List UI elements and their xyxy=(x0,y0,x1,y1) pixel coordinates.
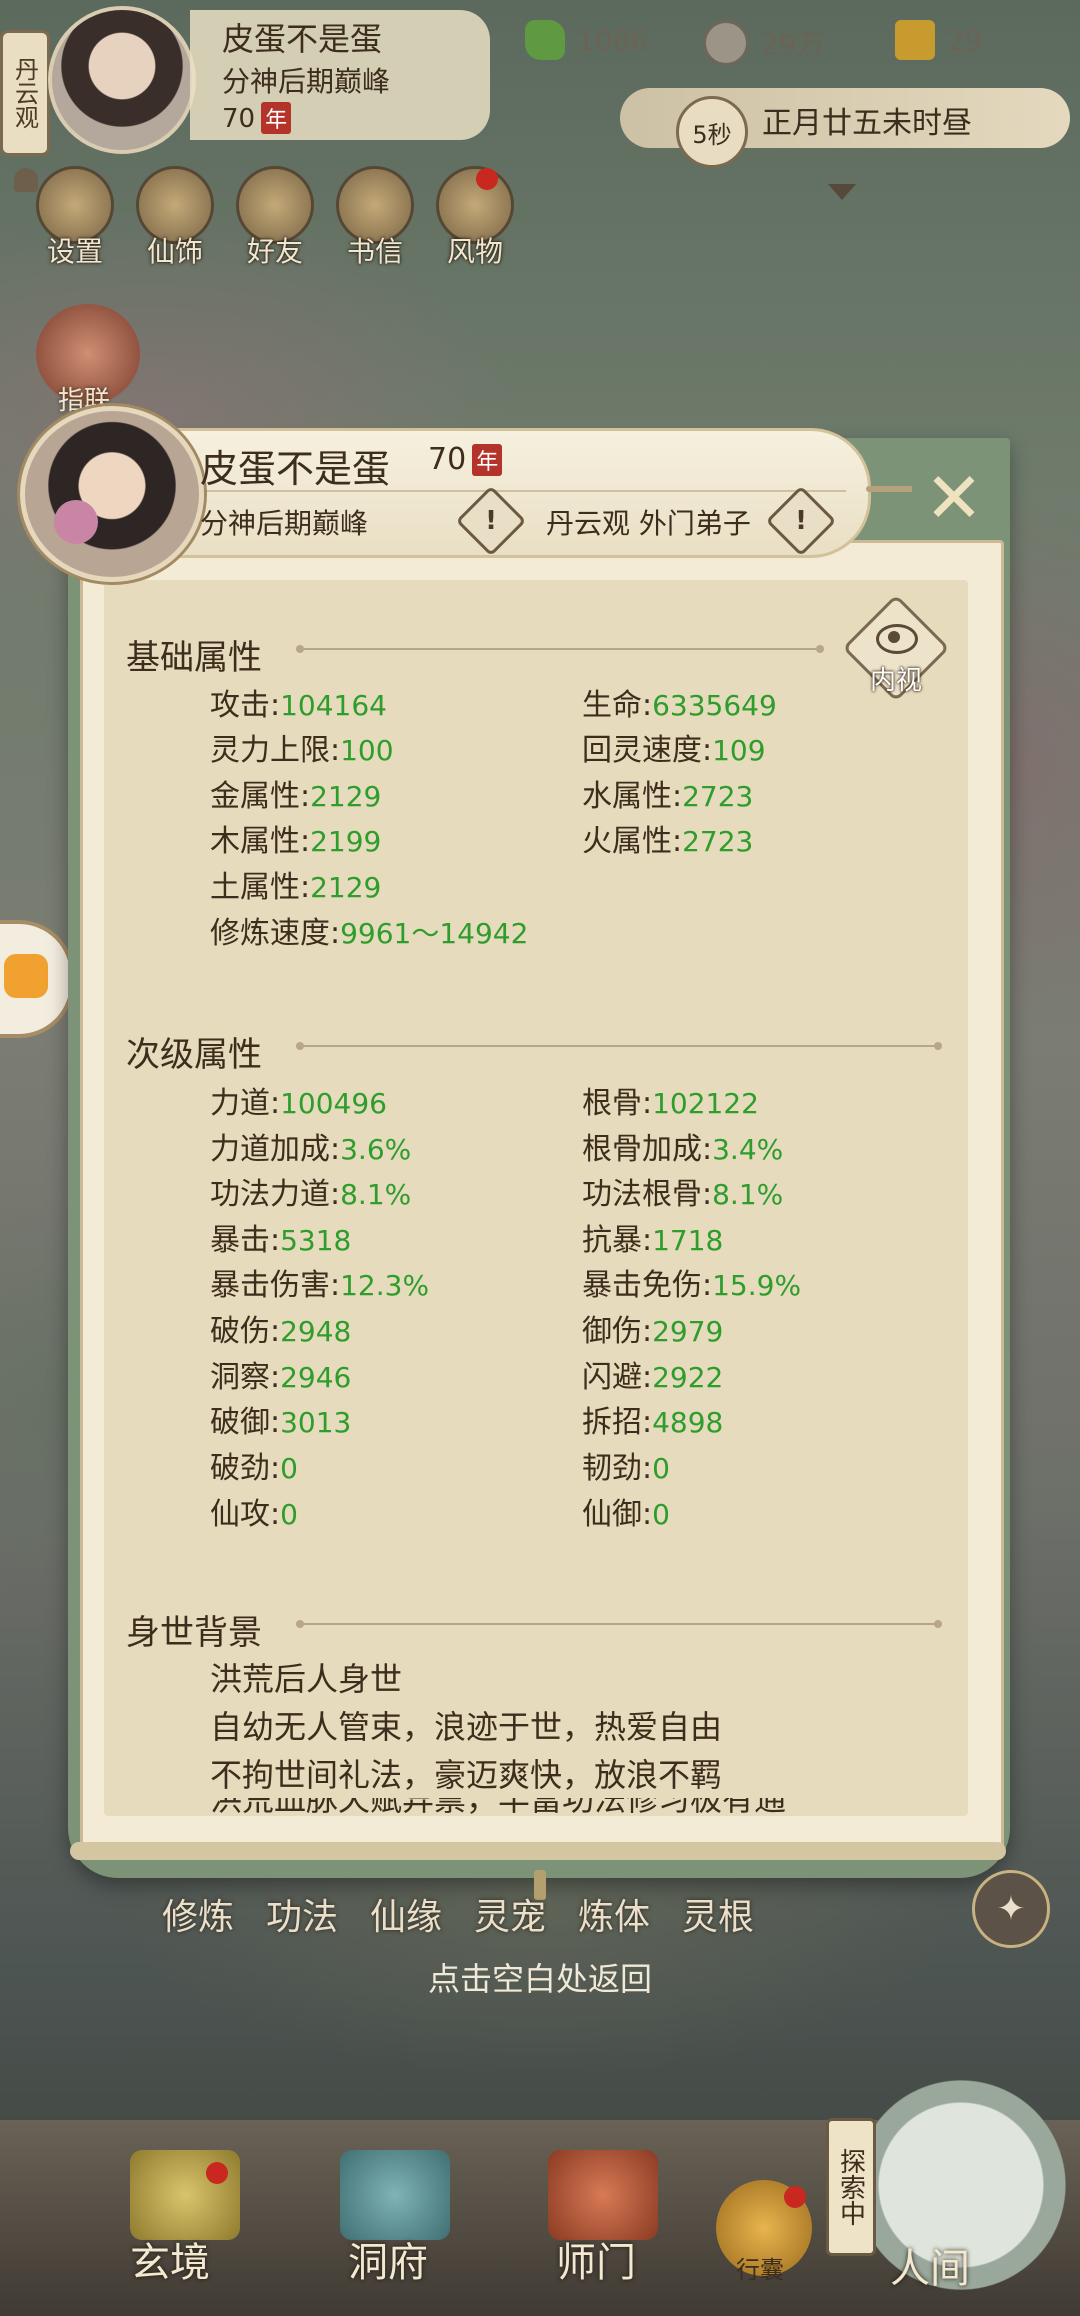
menu-friends[interactable]: 好友 xyxy=(236,166,314,270)
tab-pets[interactable]: 灵宠 xyxy=(462,1888,558,1940)
attr-attack: 攻击:104164 xyxy=(210,688,387,723)
attr-crit-damage-reduction: 暴击免伤:15.9% xyxy=(582,1268,802,1303)
attr-parry: 拆招:4898 xyxy=(582,1405,724,1440)
secondary-attributes-title: 次级属性 xyxy=(126,1035,262,1075)
close-decoration xyxy=(866,486,916,492)
eye-pupil xyxy=(888,631,900,643)
sect-banner-icon xyxy=(548,2150,658,2240)
attr-crit: 暴击:5318 xyxy=(210,1223,352,1258)
menu-settings[interactable]: 设置 xyxy=(36,166,114,270)
attr-skill-constitution: 功法根骨:8.1% xyxy=(582,1177,784,1212)
tab-fate[interactable]: 仙缘 xyxy=(358,1888,454,1940)
player-avatar[interactable] xyxy=(48,6,196,154)
attr-cultivation-speed: 修炼速度:9961～14942 xyxy=(210,916,529,951)
attr-dodge: 闪避:2922 xyxy=(582,1360,724,1395)
nav-world[interactable]: 人间 xyxy=(890,2236,970,2294)
attr-tenacity: 韧劲:0 xyxy=(582,1451,670,1486)
section-divider xyxy=(296,1620,942,1628)
close-button[interactable]: ✕ xyxy=(912,456,996,540)
dialog-player-sect: 丹云观 外门弟子 xyxy=(546,507,751,540)
tab-spirit-root[interactable]: 灵根 xyxy=(670,1888,766,1940)
attr-skill-strength: 功法力道:8.1% xyxy=(210,1177,412,1212)
bottom-feature-tabs: 修炼 功法 仙缘 灵宠 炼体 灵根 xyxy=(150,1888,766,1940)
flower-icon xyxy=(54,500,98,544)
tap-to-return-hint[interactable]: 点击空白处返回 xyxy=(0,1954,1080,2000)
notification-dot xyxy=(784,2186,806,2208)
background-line: 洪荒血脉天赋异禀，丰富功法修习极有通 xyxy=(210,1798,786,1816)
bag-label: 行囊 xyxy=(736,2256,784,2284)
dice-icon xyxy=(4,954,48,998)
attr-hp: 生命:6335649 xyxy=(582,688,777,723)
background-title: 身世背景 xyxy=(126,1613,262,1653)
background-line: 洪荒后人身世 xyxy=(210,1660,403,1698)
background-line: 自幼无人管束，浪迹于世，热爱自由 xyxy=(210,1708,723,1746)
attr-break-defense: 破御:3013 xyxy=(210,1405,352,1440)
nav-xuanjing[interactable]: 玄境 xyxy=(130,2230,210,2288)
cave-icon xyxy=(340,2150,450,2240)
scroll-roll xyxy=(70,1842,1006,1860)
explore-status: 探索中 xyxy=(826,2118,876,2256)
inner-view-button[interactable]: 内视 xyxy=(842,594,950,702)
resource-gold[interactable]: 29 xyxy=(895,20,983,60)
dialog-player-age: 70 年 xyxy=(428,442,503,477)
tab-cultivate[interactable]: 修炼 xyxy=(150,1888,246,1940)
attr-immortal-attack: 仙攻:0 xyxy=(210,1497,298,1532)
attr-crit-resist: 抗暴:1718 xyxy=(582,1223,724,1258)
age-unit-badge: 年 xyxy=(472,444,503,476)
chevron-down-icon[interactable] xyxy=(828,184,856,200)
player-name: 皮蛋不是蛋 xyxy=(222,20,383,58)
compass-button[interactable]: ✦ xyxy=(972,1870,1050,1948)
attr-fire: 火属性:2723 xyxy=(582,824,754,859)
background-overflow-clip: 洪荒血脉天赋异禀，丰富功法修习极有通 xyxy=(104,1798,968,1816)
background-line: 不拘世间礼法，豪迈爽快，放浪不羁 xyxy=(210,1756,723,1794)
sect-tag[interactable]: 丹云观 xyxy=(0,30,50,156)
resource-coin[interactable]: 29万 xyxy=(703,20,825,66)
attr-strength-bonus: 力道加成:3.6% xyxy=(210,1132,412,1167)
close-icon: ✕ xyxy=(924,457,984,539)
tab-body[interactable]: 炼体 xyxy=(566,1888,662,1940)
jade-leaf-icon xyxy=(525,20,565,60)
menu-fashion[interactable]: 仙饰 xyxy=(136,166,214,270)
top-menu: 设置 仙饰 好友 书信 风物 xyxy=(36,166,514,270)
timer-badge: 5秒 xyxy=(676,96,748,168)
coin-icon xyxy=(703,20,749,66)
nav-sect[interactable]: 师门 xyxy=(556,2230,636,2288)
attr-strength: 力道:100496 xyxy=(210,1086,387,1121)
attr-constitution: 根骨:102122 xyxy=(582,1086,759,1121)
attr-constitution-bonus: 根骨加成:3.4% xyxy=(582,1132,784,1167)
notification-dot xyxy=(476,168,498,190)
attr-water: 水属性:2723 xyxy=(582,779,754,814)
attr-crit-damage: 暴击伤害:12.3% xyxy=(210,1268,430,1303)
player-age: 70 年 xyxy=(222,102,292,134)
attr-penetration: 破伤:2948 xyxy=(210,1314,352,1349)
attr-insight: 洞察:2946 xyxy=(210,1360,352,1395)
tab-skills[interactable]: 功法 xyxy=(254,1888,350,1940)
attr-break-tenacity: 破劲:0 xyxy=(210,1451,298,1486)
attr-metal: 金属性:2129 xyxy=(210,779,382,814)
notification-dot xyxy=(206,2162,228,2184)
gold-cross-icon xyxy=(895,20,935,60)
section-divider xyxy=(296,645,824,653)
basic-attributes-title: 基础属性 xyxy=(126,638,262,678)
player-realm: 分神后期巅峰 xyxy=(222,65,391,98)
nav-cave[interactable]: 洞府 xyxy=(348,2230,428,2288)
game-date: 正月廿五未时昼 xyxy=(762,106,972,141)
attr-damage-defense: 御伤:2979 xyxy=(582,1314,724,1349)
dialog-player-realm: 分神后期巅峰 xyxy=(200,507,369,540)
menu-letters[interactable]: 书信 xyxy=(336,166,414,270)
attr-mana-max: 灵力上限:100 xyxy=(210,733,394,768)
menu-customs[interactable]: 风物 xyxy=(436,166,514,270)
dialog-avatar xyxy=(20,406,204,582)
attr-wood: 木属性:2199 xyxy=(210,824,382,859)
bell-icon[interactable] xyxy=(14,168,38,192)
section-divider xyxy=(296,1042,942,1050)
resource-jade[interactable]: 1086 xyxy=(525,20,648,60)
compass-icon: ✦ xyxy=(996,1889,1026,1929)
age-unit-badge: 年 xyxy=(261,102,292,134)
attr-immortal-defense: 仙御:0 xyxy=(582,1497,670,1532)
attr-mana-regen: 回灵速度:109 xyxy=(582,733,766,768)
dialog-player-name: 皮蛋不是蛋 xyxy=(200,447,391,491)
attr-earth: 土属性:2129 xyxy=(210,870,382,905)
